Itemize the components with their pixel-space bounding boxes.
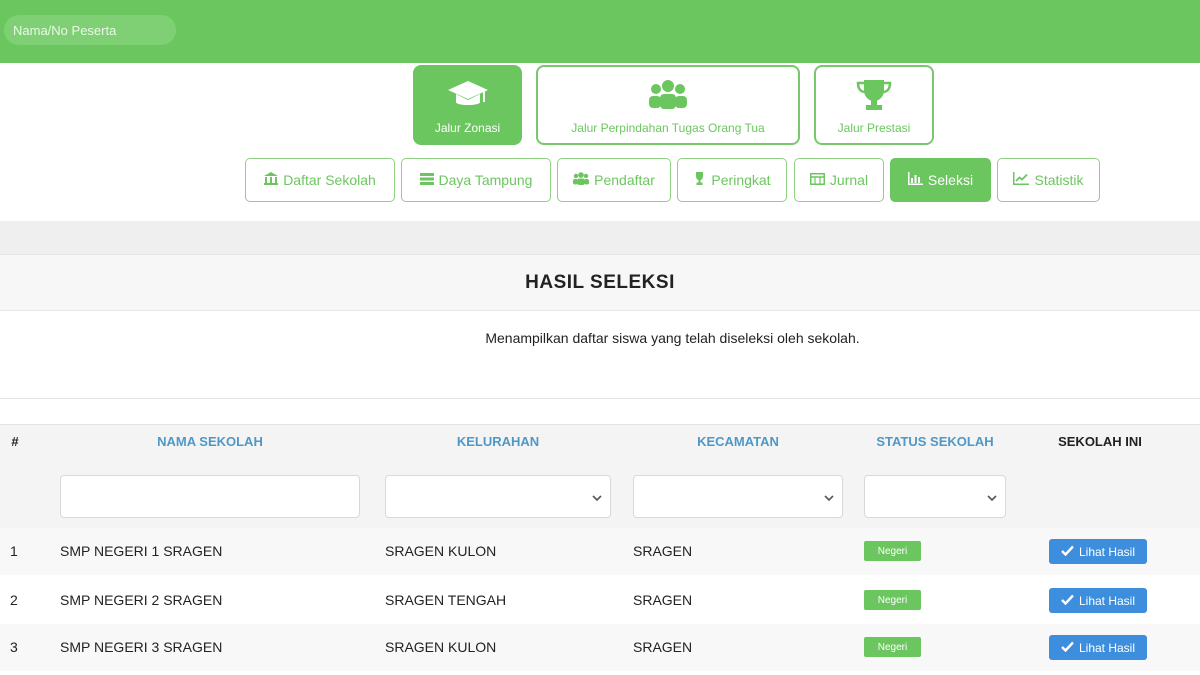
school-name: SMP NEGERI 3 SRAGEN (60, 639, 223, 655)
table-row: 1 SMP NEGERI 1 SRAGEN SRAGEN KULON SRAGE… (0, 528, 1200, 575)
kelurahan: SRAGEN TENGAH (385, 592, 507, 608)
lihat-hasil-label: Lihat Hasil (1078, 544, 1136, 559)
row-number: 1 (10, 543, 18, 559)
line-chart-icon (1013, 172, 1030, 188)
search-input[interactable] (4, 15, 176, 45)
tab-label: Statistik (1034, 172, 1084, 188)
chevron-down-icon (592, 490, 602, 508)
table-row: 2 SMP NEGERI 2 SRAGEN SRAGEN TENGAH SRAG… (0, 577, 1200, 624)
jalur-zonasi-button[interactable]: Jalur Zonasi (413, 65, 522, 145)
tab-label: Daftar Sekolah (283, 172, 376, 188)
check-icon (1061, 641, 1074, 655)
lihat-hasil-label: Lihat Hasil (1078, 640, 1136, 655)
tab-peringkat[interactable]: Peringkat (677, 158, 787, 202)
page-title: HASIL SELEKSI (525, 271, 675, 293)
lihat-hasil-button[interactable]: Lihat Hasil (1049, 539, 1147, 564)
panel-description: Menampilkan daftar siswa yang telah dise… (485, 330, 860, 346)
tab-label: Jurnal (829, 172, 869, 188)
jalur-perpindahan-label: Jalur Perpindahan Tugas Orang Tua (571, 121, 765, 135)
column-header-status-sekolah[interactable]: STATUS SEKOLAH (862, 434, 1008, 454)
row-number: 3 (10, 639, 18, 655)
tab-daftar-sekolah[interactable]: Daftar Sekolah (245, 158, 395, 202)
bar-chart-icon (907, 172, 923, 188)
table-row: 3 SMP NEGERI 3 SRAGEN SRAGEN KULON SRAGE… (0, 624, 1200, 671)
graduation-cap-icon (447, 77, 489, 113)
chevron-down-icon (987, 490, 997, 508)
check-icon (1061, 594, 1074, 608)
lihat-hasil-button[interactable]: Lihat Hasil (1049, 588, 1147, 613)
column-header-number: # (11, 434, 19, 449)
filter-kecamatan-select[interactable] (633, 475, 843, 518)
trophy-icon (693, 172, 706, 188)
column-header-kelurahan[interactable]: KELURAHAN (385, 434, 611, 454)
filter-kelurahan-select[interactable] (385, 475, 611, 518)
building-icon (264, 172, 279, 188)
jalur-zonasi-label: Jalur Zonasi (434, 121, 501, 135)
kecamatan: SRAGEN (633, 592, 693, 608)
list-icon (419, 172, 434, 188)
kelurahan: SRAGEN KULON (385, 639, 497, 655)
school-name: SMP NEGERI 2 SRAGEN (60, 592, 223, 608)
chevron-down-icon (824, 490, 834, 508)
status-badge: Negeri (864, 590, 921, 610)
status-badge: Negeri (864, 637, 921, 657)
tab-label: Pendaftar (594, 172, 655, 188)
panel-heading: HASIL SELEKSI (0, 254, 1200, 311)
row-number: 2 (10, 592, 18, 608)
tab-label: Peringkat (711, 172, 771, 188)
users-icon (648, 77, 688, 113)
jalur-perpindahan-button[interactable]: Jalur Perpindahan Tugas Orang Tua (536, 65, 800, 145)
kecamatan: SRAGEN (633, 543, 693, 559)
tab-pendaftar[interactable]: Pendaftar (557, 158, 671, 202)
top-bar (0, 0, 1200, 63)
tab-seleksi[interactable]: Seleksi (890, 158, 991, 202)
kecamatan: SRAGEN (633, 639, 693, 655)
tab-statistik[interactable]: Statistik (997, 158, 1100, 202)
table-icon (809, 172, 825, 188)
panel-divider (0, 398, 1200, 399)
tab-daya-tampung[interactable]: Daya Tampung (401, 158, 551, 202)
tab-label: Seleksi (927, 172, 974, 188)
column-header-nama-sekolah[interactable]: NAMA SEKOLAH (60, 434, 360, 454)
trophy-icon (856, 77, 892, 113)
column-header-sekolah-ini: SEKOLAH INI (1058, 434, 1142, 449)
lihat-hasil-label: Lihat Hasil (1078, 593, 1136, 608)
filter-nama-sekolah-input[interactable] (60, 475, 360, 518)
column-header-kecamatan[interactable]: KECAMATAN (633, 434, 843, 454)
status-badge: Negeri (864, 541, 921, 561)
kelurahan: SRAGEN KULON (385, 543, 497, 559)
check-icon (1061, 545, 1074, 559)
school-name: SMP NEGERI 1 SRAGEN (60, 543, 223, 559)
lihat-hasil-button[interactable]: Lihat Hasil (1049, 635, 1147, 660)
tab-jurnal[interactable]: Jurnal (794, 158, 884, 202)
filter-status-select[interactable] (864, 475, 1006, 518)
section-separator (0, 221, 1200, 254)
jalur-prestasi-label: Jalur Prestasi (837, 121, 911, 135)
jalur-prestasi-button[interactable]: Jalur Prestasi (814, 65, 934, 145)
users-icon (573, 172, 590, 188)
tab-label: Daya Tampung (438, 172, 533, 188)
